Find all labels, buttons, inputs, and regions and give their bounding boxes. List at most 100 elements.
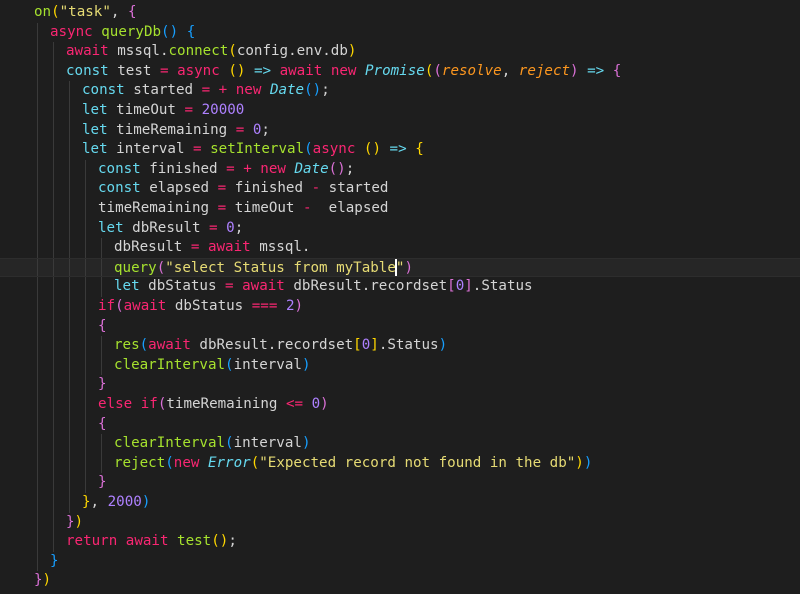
- code-line[interactable]: {: [0, 414, 800, 435]
- code-line[interactable]: res(await dbResult.recordset[0].Status): [0, 336, 800, 356]
- code-token: elapsed: [328, 200, 389, 216]
- code-line[interactable]: on("task", {: [0, 3, 800, 23]
- code-token: }: [98, 474, 107, 491]
- code-token: 0: [455, 278, 465, 295]
- code-token: await: [123, 298, 175, 314]
- code-line[interactable]: clearInterval(interval): [0, 434, 800, 454]
- indent-guide: [69, 473, 70, 493]
- code-token: {: [127, 4, 137, 20]
- code-token: await: [66, 43, 118, 60]
- code-token: ]: [370, 337, 379, 354]
- indent-guide: [85, 238, 86, 258]
- indent-guide: [101, 336, 102, 356]
- indent-guide: [53, 375, 54, 395]
- indent-guide: [85, 375, 86, 395]
- indent-guide: [37, 258, 38, 277]
- code-line[interactable]: }): [0, 512, 800, 533]
- code-line[interactable]: let interval = setInterval(async () => {: [0, 140, 800, 160]
- indent-guide: [101, 355, 102, 376]
- code-line[interactable]: else if(timeRemaining <= 0): [0, 395, 800, 415]
- code-line[interactable]: }): [0, 571, 800, 591]
- code-line[interactable]: let timeRemaining = 0;: [0, 120, 800, 141]
- code-token: ;: [345, 160, 355, 177]
- code-token: new: [235, 82, 270, 99]
- code-token: let: [82, 121, 117, 138]
- code-token: "Expected record not found in the db": [259, 454, 576, 471]
- code-line[interactable]: timeRemaining = timeOut - elapsed: [0, 199, 800, 219]
- code-token: test: [117, 62, 160, 79]
- code-token: (): [363, 141, 381, 158]
- code-token: (: [115, 298, 124, 314]
- indent-guide: [69, 120, 70, 141]
- indent-guide: [101, 277, 102, 297]
- indent-guide: [69, 179, 70, 199]
- indent-guide: [85, 395, 86, 415]
- indent-guide: [37, 297, 38, 317]
- indent-guide: [37, 238, 38, 258]
- code-token: let: [98, 219, 133, 236]
- code-line[interactable]: const test = async () => await new Promi…: [0, 61, 800, 82]
- indent-guide: [53, 297, 54, 317]
- code-line[interactable]: }: [0, 473, 800, 493]
- code-text: {: [98, 415, 107, 435]
- code-token: clearInterval: [114, 435, 226, 452]
- code-token: await: [242, 278, 294, 295]
- indent-guide: [69, 493, 70, 513]
- code-token: =>: [389, 141, 407, 158]
- code-token: test: [177, 533, 212, 550]
- code-token: {: [98, 317, 107, 334]
- code-token: const: [98, 180, 150, 197]
- code-token: (: [228, 43, 237, 60]
- code-line[interactable]: let timeOut = 20000: [0, 101, 800, 121]
- code-line[interactable]: }: [0, 551, 800, 572]
- indent-guide: [37, 512, 38, 533]
- code-token: ,: [110, 4, 128, 20]
- code-token: dbStatus: [174, 298, 252, 314]
- code-line[interactable]: const started = + new Date();: [0, 81, 800, 101]
- code-line[interactable]: async queryDb() {: [0, 22, 800, 43]
- code-line[interactable]: let dbStatus = await dbResult.recordset[…: [0, 277, 800, 297]
- code-line[interactable]: let dbResult = 0;: [0, 218, 800, 239]
- code-line[interactable]: {: [0, 316, 800, 337]
- code-text: reject(new Error("Expected record not fo…: [114, 454, 592, 474]
- code-line[interactable]: const finished = + new Date();: [0, 159, 800, 180]
- code-token: timeOut: [116, 102, 185, 118]
- code-line[interactable]: return await test();: [0, 532, 800, 552]
- indent-guide: [37, 140, 38, 160]
- indent-guide: [85, 414, 86, 435]
- code-line[interactable]: await mssql.connect(config.env.db): [0, 42, 800, 62]
- code-token: await: [148, 337, 200, 354]
- code-token: =: [190, 239, 208, 256]
- code-line[interactable]: reject(new Error("Expected record not fo…: [0, 453, 800, 474]
- code-token: dbResult.recordset: [199, 337, 354, 354]
- indent-guide: [37, 532, 38, 552]
- indent-guide: [53, 218, 54, 239]
- code-line[interactable]: query("select Status from myTable"): [0, 257, 800, 278]
- code-token: (: [225, 356, 234, 373]
- indent-guide: [37, 199, 38, 219]
- indent-guide: [37, 101, 38, 121]
- indent-guide: [37, 61, 38, 82]
- indent-guide: [53, 81, 54, 101]
- code-editor[interactable]: on("task", {async queryDb() {await mssql…: [0, 0, 800, 594]
- code-line[interactable]: }, 2000): [0, 493, 800, 513]
- code-token: (: [51, 4, 60, 20]
- code-token: .Status: [472, 278, 533, 295]
- code-line[interactable]: const elapsed = finished - started: [0, 179, 800, 199]
- code-token: (): [228, 62, 246, 79]
- indent-guide: [101, 434, 102, 454]
- code-token: elapsed: [149, 180, 218, 197]
- indent-guide: [37, 22, 38, 43]
- code-token: async: [312, 141, 364, 158]
- code-token: =: [217, 180, 235, 197]
- code-line[interactable]: if(await dbStatus === 2): [0, 297, 800, 317]
- code-line[interactable]: dbResult = await mssql.: [0, 238, 800, 258]
- code-token: }: [66, 513, 75, 530]
- code-line[interactable]: clearInterval(interval): [0, 355, 800, 376]
- code-line[interactable]: }: [0, 375, 800, 395]
- indent-guide: [37, 277, 38, 297]
- code-text: }: [98, 375, 107, 395]
- indent-guide: [53, 258, 54, 277]
- code-token: resolve: [441, 62, 502, 79]
